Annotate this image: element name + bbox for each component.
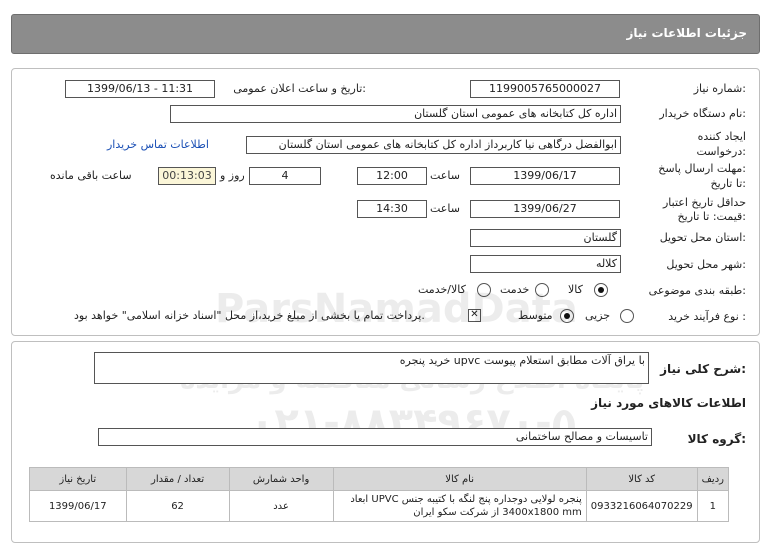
announce-field: 1399/06/13 - 11:31 [65,80,215,98]
days-label: روز و [220,169,245,182]
deadline-time-label: ساعت [430,169,460,182]
validity-label-1: حداقل تاریخ اعتبار [662,196,746,209]
category-option-goods: کالا [568,283,583,296]
days-field: 4 [249,167,321,185]
category-option-service: خدمت [500,283,530,296]
province-label: استان محل تحویل: [659,231,746,244]
process-option-minor: جزیی [585,309,611,322]
validity-date-field: 1399/06/27 [470,200,620,218]
deadline-date-field: 1399/06/17 [470,167,620,185]
buyer-label: نام دستگاه خریدار: [659,107,746,120]
page-title: جزئیات اطلاعات نیاز [626,26,747,40]
creator-field: ابوالفضل درگاهی نیا کاربرداز اداره کل کت… [246,136,621,154]
province-field: گلستان [470,229,621,247]
deadline-time-field: 12:00 [357,167,427,185]
group-label: گروه کالا: [687,432,746,446]
need-number-label: شماره نیاز: [693,82,746,95]
cell-unit: عدد [228,490,334,522]
category-option-goods-service: کالا/خدمت [418,283,466,296]
validity-label-2: قیمت: تا تاریخ: [677,210,746,223]
table-row[interactable]: 1 0933216064070229 پنجره لولایی دوجداره … [29,490,730,522]
process-radio-minor[interactable] [620,309,634,323]
remaining-label: ساعت باقی مانده [50,169,132,182]
col-qty: تعداد / مقدار [125,467,230,491]
process-label: نوع فرآیند خرید : [668,310,746,323]
summary-label: شرح کلی نیاز: [660,362,746,376]
page-header: جزئیات اطلاعات نیاز [11,14,760,54]
payment-note: پرداخت تمام یا بخشی از مبلغ خرید،از محل … [74,309,425,322]
need-number-field: 1199005765000027 [470,80,620,98]
process-radio-medium[interactable] [560,309,574,323]
cell-qty: 62 [125,490,230,522]
remaining-time-field: 00:13:03 [158,167,216,185]
buyer-field: اداره کل کتابخانه های عمومی استان گلستان [170,105,621,123]
group-field: تاسیسات و مصالح ساختمانی [98,428,652,446]
deadline-label-2: تا تاریخ: [710,177,746,190]
process-option-medium: متوسط [518,309,553,322]
category-radio-goods-service[interactable] [477,283,491,297]
items-section-title: اطلاعات کالاهای مورد نیاز [591,396,746,410]
cell-code: 0933216064070229 [585,490,698,522]
treasury-checkbox[interactable]: ✕ [468,309,481,322]
items-table-header: ردیف کد کالا نام کالا واحد شمارش تعداد /… [29,467,730,491]
creator-label-2: درخواست: [696,145,747,158]
col-date: تاریخ نیاز [29,467,127,491]
col-name: نام کالا [332,467,587,491]
col-row: ردیف [696,467,730,491]
col-code: کد کالا [585,467,698,491]
col-unit: واحد شمارش [228,467,334,491]
creator-label-1: ایجاد کننده [697,130,746,143]
city-field: کلاله [470,255,621,273]
category-label: طبقه بندی موضوعی: [648,284,746,297]
cell-row: 1 [696,490,730,522]
cell-date: 1399/06/17 [29,490,127,522]
buyer-contact-link[interactable]: اطلاعات تماس خریدار [107,138,209,151]
deadline-label-1: مهلت ارسال پاسخ: [658,162,746,175]
announce-label: تاریخ و ساعت اعلان عمومی: [233,82,366,95]
validity-time-label: ساعت [430,202,460,215]
cell-name: پنجره لولایی دوجداره پنج لنگه با کتیبه ج… [332,490,587,522]
category-radio-service[interactable] [535,283,549,297]
city-label: شهر محل تحویل: [666,258,746,271]
validity-time-field: 14:30 [357,200,427,218]
items-table: ردیف کد کالا نام کالا واحد شمارش تعداد /… [29,467,730,522]
category-radio-goods[interactable] [594,283,608,297]
summary-field: خرید پنجره upvc با یراق آلات مطابق استعل… [94,352,649,384]
